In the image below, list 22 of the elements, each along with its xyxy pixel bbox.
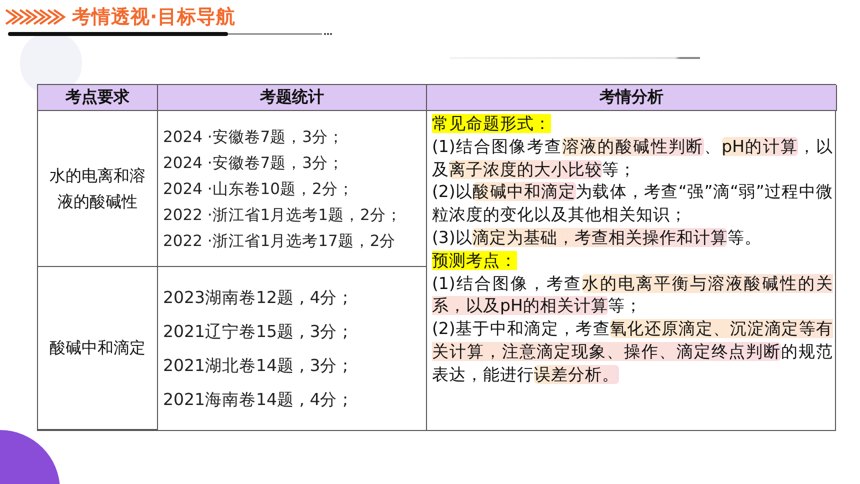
section-title: 考情透视·目标导航 [72,5,236,30]
exam-stat-text: 2023湖南卷12题 , 4分 ; [163,286,350,308]
analysis-heading: 预测考点： [432,250,518,272]
exam-stat-text: 2022 ·浙江省1月选考17题，2分 [163,230,397,252]
exam-stat-text: 2024 ·安徽卷7题，3分； [163,126,346,148]
chevrons-icon [4,8,68,26]
exam-stat-text: 2021湖北卷14题 , 3分 ; [163,354,350,376]
header-cell: 考情分析 [427,85,837,111]
requirement-text: 酸碱中和滴定 [50,337,146,359]
exam-stat-text: 2024 ·安徽卷7题，3分； [163,152,346,174]
exam-stat-text: 2024 ·山东卷10题，2分； [163,178,355,200]
analysis-paragraph: (2)基于中和滴定，考查氧化还原滴定、沉淀滴定等有关计算，注意滴定现象、操作、滴定终点判断的规范表达，能进行误差分析。 [432,318,833,386]
exam-stat-text: 2022 ·浙江省1月选考1题，2分； [163,204,403,226]
header-cell: 考点要求 [38,85,158,111]
analysis-heading: 常见命题形式： [432,113,552,135]
requirement-text: 水的电离和溶液的酸碱性 [48,164,146,212]
exam-stat-text: 2021辽宁卷15题 , 3分 ; [163,320,350,342]
exam-stat-text: 2021海南卷14题 , 4分 ; [163,388,350,410]
analysis-paragraph: (1)结合图像，考查水的电离平衡与溶液酸碱性的关系，以及pH的相关计算等； [432,272,833,318]
analysis-paragraph: (1)结合图像考查溶液的酸碱性判断、pH的计算，以及离子浓度的大小比较等； [432,136,833,181]
analysis-paragraph: (2)以酸碱中和滴定为载体，考查“强”滴“弱”过程中微粒浓度的变化以及其他相关知识； [432,181,833,226]
header-cell: 考题统计 [158,85,427,111]
